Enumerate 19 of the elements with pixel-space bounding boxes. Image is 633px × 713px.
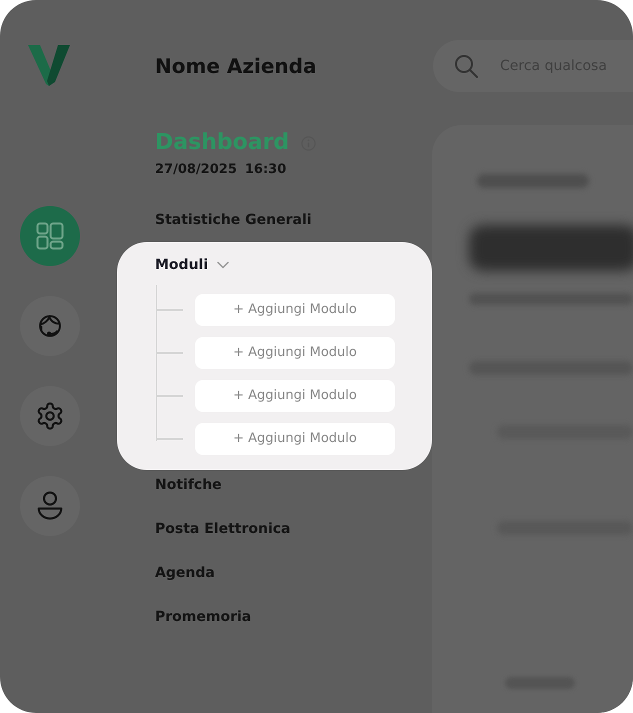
- user-icon: [36, 491, 64, 521]
- add-module-button[interactable]: + Aggiungi Modulo: [195, 380, 395, 412]
- headset-icon: [36, 312, 64, 340]
- add-module-button[interactable]: + Aggiungi Modulo: [195, 423, 395, 455]
- date-text: 27/08/2025: [155, 161, 237, 179]
- add-module-button[interactable]: + Aggiungi Modulo: [195, 294, 395, 326]
- nav-item[interactable]: Posta Elettronica: [155, 519, 291, 539]
- time-text: 16:30: [244, 161, 286, 179]
- layout-grid-icon: [35, 221, 65, 251]
- nav-item[interactable]: Notifche: [155, 475, 222, 495]
- nav-item[interactable]: Agenda: [155, 563, 215, 583]
- add-module-button[interactable]: + Aggiungi Modulo: [195, 337, 395, 369]
- nav-item[interactable]: Promemoria: [155, 607, 252, 627]
- company-name: Nome Azienda: [155, 54, 318, 78]
- search-icon: [454, 54, 478, 78]
- settings-icon: [35, 401, 65, 431]
- logo-icon: [28, 45, 70, 86]
- nav-item[interactable]: Statistiche Generali: [155, 210, 312, 230]
- nav-item[interactable]: Moduli: [155, 255, 230, 275]
